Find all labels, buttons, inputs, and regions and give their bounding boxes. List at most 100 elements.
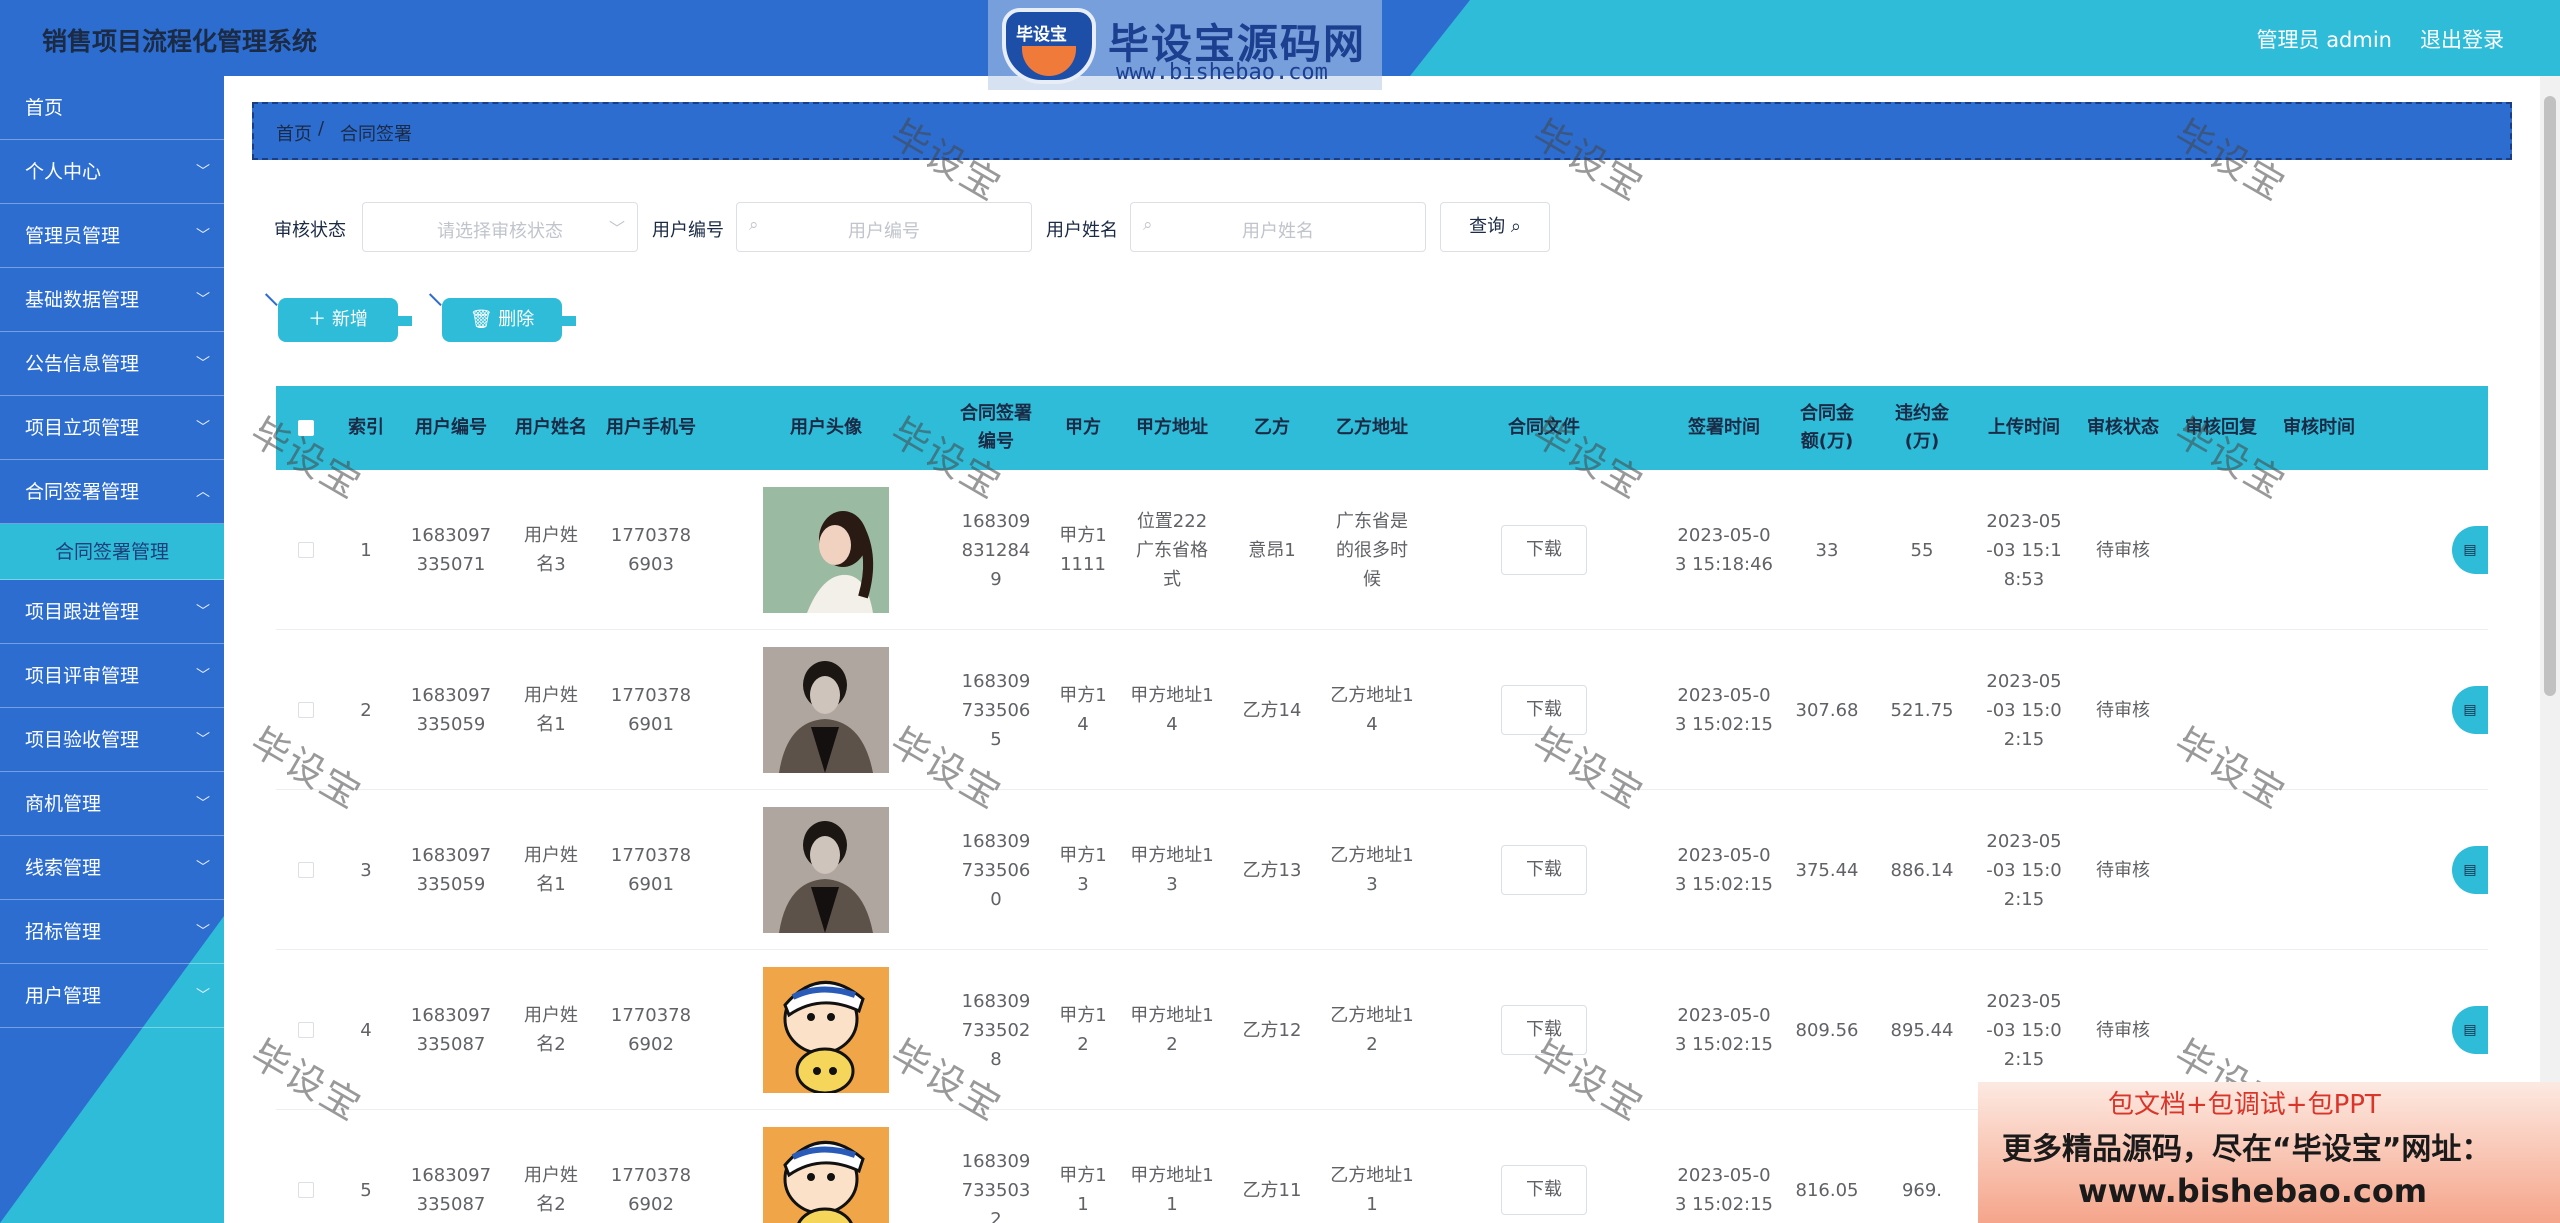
col-header: 用户编号 (415, 417, 487, 438)
row-checkbox[interactable] (298, 1022, 314, 1038)
table-row: 1 1683097335071 用户姓名3 17703786903 1683098312… (276, 470, 2488, 630)
sidebar-subitem-contracts[interactable]: 合同签署管理 (0, 524, 224, 580)
col-header: 用户头像 (790, 417, 862, 438)
chevron-down-icon: ﹀ (196, 420, 210, 436)
sidebar-item-base-data[interactable]: 基础数据管理 ﹀ (0, 268, 224, 332)
table-cell-user-name: 用户姓名1 (524, 685, 578, 735)
sidebar-nav: 首页 个人中心 ﹀ 管理员管理 ﹀ 基础数据管理 ﹀ 公告信息管理 ﹀ 项目立项管理 ﹀ … (0, 76, 224, 1223)
table-cell-status: 待审核 (2096, 699, 2150, 721)
avatar-cell (706, 1110, 946, 1223)
sidebar-item-label: 项目跟进管理 (25, 601, 140, 623)
row-checkbox[interactable] (298, 862, 314, 878)
table-cell-index: 3 (360, 859, 372, 881)
sidebar-item-bidding[interactable]: 招标管理 ﹀ (0, 900, 224, 964)
row-select-cell (276, 1110, 336, 1223)
table-cell-user-id: 1683097335059 (410, 845, 492, 895)
chevron-down-icon: ﹀ (196, 732, 210, 748)
row-action-button[interactable]: ▤ (2452, 526, 2488, 574)
sidebar-item-notices[interactable]: 公告信息管理 ﹀ (0, 332, 224, 396)
sidebar-item-opportunities[interactable]: 商机管理 ﹀ (0, 772, 224, 836)
sidebar-item-label: 合同签署管理 (54, 541, 169, 563)
table-cell-user-name: 用户姓名3 (524, 525, 578, 575)
main-content: 首页 / 合同签署 审核状态 请选择审核状态 ﹀ 用户编号 ⌕ 用户编号 用户姓… (224, 76, 2560, 1223)
watermark-badge-icon: 毕设宝 (1002, 8, 1096, 84)
user-name-input[interactable]: ⌕ 用户姓名 (1130, 202, 1426, 252)
sidebar-item-projects[interactable]: 项目立项管理 ﹀ (0, 396, 224, 460)
row-checkbox[interactable] (298, 702, 314, 718)
query-button[interactable]: 查询 ⌕ (1440, 202, 1550, 252)
table-cell-status: 待审核 (2096, 859, 2150, 881)
contract-file-cell: 下载 (1424, 630, 1664, 790)
table-cell-phone: 17703786901 (610, 685, 692, 735)
table-cell-party-a-addr: 甲方地址11 (1130, 1165, 1214, 1215)
table-cell-contract-no: 1683098312849 (961, 510, 1031, 590)
breadcrumb-current: 合同签署 (340, 124, 412, 145)
table-cell-phone: 17703786902 (610, 1005, 692, 1055)
download-button[interactable]: 下载 (1501, 685, 1587, 735)
table-row: 3 1683097335059 用户姓名1 17703786901 1683097335… (276, 790, 2488, 950)
col-header: 用户手机号 (606, 417, 696, 438)
row-checkbox[interactable] (298, 1182, 314, 1198)
col-header: 审核状态 (2087, 417, 2159, 438)
download-button[interactable]: 下载 (1501, 1005, 1587, 1055)
col-header: 合同金额(万) (1800, 403, 1854, 452)
download-button[interactable]: 下载 (1501, 1165, 1587, 1215)
row-select-cell (276, 630, 336, 790)
sidebar-item-users[interactable]: 用户管理 ﹀ (0, 964, 224, 1028)
status-select[interactable]: 请选择审核状态 ﹀ (362, 202, 638, 252)
download-button[interactable]: 下载 (1501, 845, 1587, 895)
chevron-down-icon: ﹀ (196, 860, 210, 876)
row-checkbox[interactable] (298, 542, 314, 558)
sidebar-item-contracts[interactable]: 合同签署管理 ︿ (0, 460, 224, 524)
table-cell-review-time (2270, 790, 2368, 950)
sidebar-item-label: 线索管理 (25, 857, 102, 879)
sidebar-item-acceptance[interactable]: 项目验收管理 ﹀ (0, 708, 224, 772)
delete-button[interactable]: 🗑 删除 (442, 298, 576, 342)
col-header: 用户姓名 (515, 417, 587, 438)
avatar-cell (706, 950, 946, 1110)
table-cell-index: 4 (360, 1019, 372, 1041)
promo-line-3: www.bishebao.com (2078, 1172, 2428, 1210)
sidebar-item-leads[interactable]: 线索管理 ﹀ (0, 836, 224, 900)
add-button[interactable]: ＋ 新增 (278, 298, 412, 342)
chevron-down-icon: ﹀ (196, 796, 210, 812)
status-filter-label: 审核状态 (274, 220, 346, 241)
sidebar-item-profile[interactable]: 个人中心 ﹀ (0, 140, 224, 204)
avatar-cell (706, 630, 946, 790)
breadcrumb-home[interactable]: 首页 (276, 120, 312, 146)
vertical-scrollbar[interactable] (2540, 76, 2560, 1223)
table-cell-party-a: 甲方11111 (1059, 525, 1107, 575)
sidebar-item-admins[interactable]: 管理员管理 ﹀ (0, 204, 224, 268)
contract-file-cell: 下载 (1424, 470, 1664, 630)
table-cell-party-b: 乙方11 (1242, 1179, 1302, 1201)
table-cell-party-a: 甲方13 (1059, 845, 1107, 895)
table-cell-party-b-addr: 乙方地址11 (1330, 1165, 1414, 1215)
row-action-button[interactable]: ▤ (2452, 1006, 2488, 1054)
logout-link[interactable]: 退出登录 (2420, 24, 2504, 54)
scrollbar-thumb[interactable] (2544, 96, 2556, 696)
select-all-checkbox[interactable] (298, 420, 314, 436)
status-select-placeholder: 请选择审核状态 (437, 221, 563, 242)
user-id-input[interactable]: ⌕ 用户编号 (736, 202, 1032, 252)
breadcrumb: 首页 / 合同签署 (252, 102, 2512, 160)
row-action-button[interactable]: ▤ (2452, 686, 2488, 734)
col-header: 甲方地址 (1136, 417, 1208, 438)
sidebar-item-label: 基础数据管理 (25, 289, 140, 311)
row-action-button[interactable]: ▤ (2452, 846, 2488, 894)
col-header: 乙方地址 (1336, 417, 1408, 438)
sidebar-item-review[interactable]: 项目评审管理 ﹀ (0, 644, 224, 708)
table-cell-contract-no: 1683097335065 (961, 670, 1031, 750)
sidebar-item-home[interactable]: 首页 (0, 76, 224, 140)
sidebar-item-label: 用户管理 (25, 985, 102, 1007)
chevron-up-icon: ︿ (196, 484, 210, 500)
table-cell-index: 2 (360, 699, 372, 721)
table-cell-contract-no: 1683097335060 (961, 830, 1031, 910)
table-cell-user-name: 用户姓名1 (524, 845, 578, 895)
table-cell-party-a: 甲方11 (1059, 1165, 1107, 1215)
download-button[interactable]: 下载 (1501, 525, 1587, 575)
chevron-down-icon: ﹀ (196, 604, 210, 620)
table-cell-party-a: 甲方12 (1059, 1005, 1107, 1055)
sidebar-item-follow-up[interactable]: 项目跟进管理 ﹀ (0, 580, 224, 644)
breadcrumb-separator: / (318, 118, 325, 139)
table-cell-amount: 375.44 (1795, 859, 1859, 881)
